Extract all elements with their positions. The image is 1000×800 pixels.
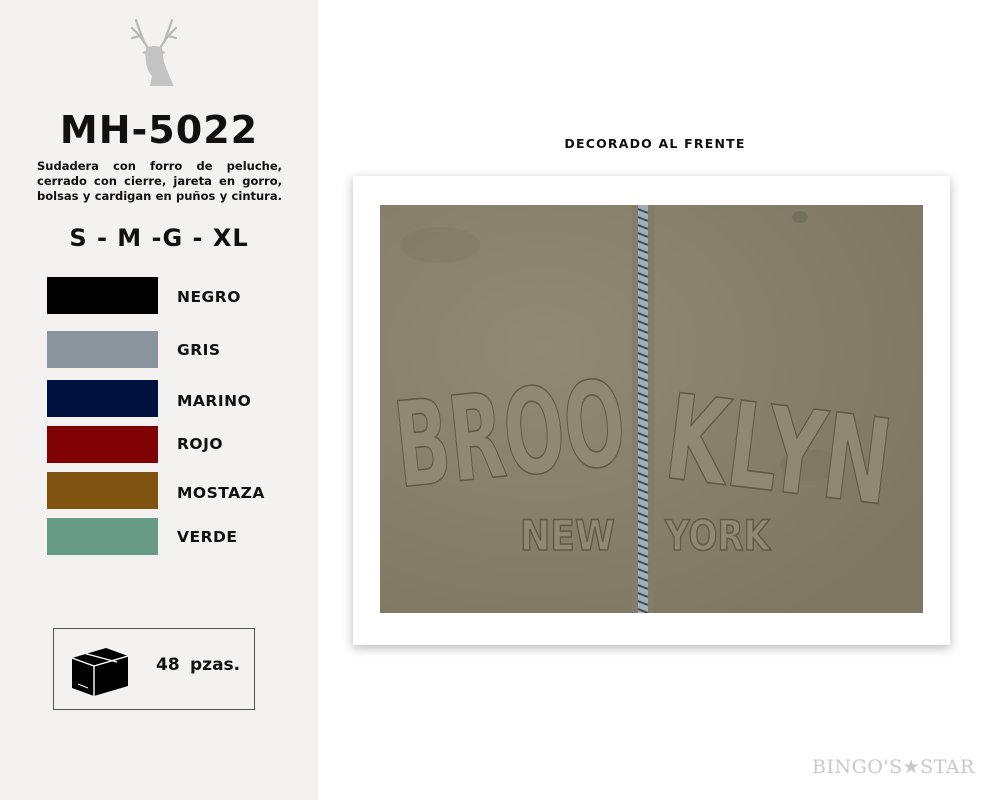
color-option-rojo: ROJO bbox=[47, 426, 307, 463]
color-name: GRIS bbox=[177, 341, 221, 359]
color-swatch bbox=[47, 277, 158, 314]
product-photo: BROO KLYN NEW YORK bbox=[380, 205, 923, 613]
size-range: S - M -G - XL bbox=[69, 224, 249, 252]
color-option-negro: NEGRO bbox=[47, 277, 307, 314]
product-model-title: MH-5022 bbox=[59, 108, 259, 152]
product-description: Sudadera con forro de peluche, cerrado c… bbox=[37, 159, 282, 203]
deer-head-icon bbox=[130, 18, 178, 86]
svg-text:BROO: BROO bbox=[389, 354, 632, 515]
svg-text:YORK: YORK bbox=[664, 511, 771, 560]
color-option-verde: VERDE bbox=[47, 518, 307, 555]
box-icon bbox=[71, 648, 129, 696]
color-swatch bbox=[47, 380, 158, 417]
brand-wordmark: BINGO'S★STAR bbox=[812, 756, 975, 778]
color-name: MOSTAZA bbox=[177, 484, 265, 502]
package-quantity: 48 bbox=[156, 655, 180, 675]
product-info-panel: MH-5022 Sudadera con forro de peluche, c… bbox=[0, 0, 318, 800]
color-name: ROJO bbox=[177, 435, 224, 453]
color-swatch bbox=[47, 331, 158, 368]
svg-text:NEW: NEW bbox=[520, 511, 615, 560]
color-name: MARINO bbox=[177, 392, 252, 410]
color-name: NEGRO bbox=[177, 288, 241, 306]
package-quantity-box: 48 pzas. bbox=[53, 628, 255, 710]
color-option-gris: GRIS bbox=[47, 331, 307, 368]
svg-text:KLYN: KLYN bbox=[659, 368, 899, 532]
color-option-marino: MARINO bbox=[47, 380, 307, 417]
embossed-sweatshirt-image: BROO KLYN NEW YORK bbox=[380, 205, 923, 613]
color-swatch bbox=[47, 472, 158, 509]
color-name: VERDE bbox=[177, 528, 238, 546]
package-unit: pzas. bbox=[190, 655, 241, 675]
color-swatch bbox=[47, 426, 158, 463]
color-option-mostaza: MOSTAZA bbox=[47, 472, 307, 509]
photo-caption: DECORADO AL FRENTE bbox=[564, 136, 746, 151]
color-swatch bbox=[47, 518, 158, 555]
product-photo-frame: BROO KLYN NEW YORK bbox=[353, 176, 950, 645]
